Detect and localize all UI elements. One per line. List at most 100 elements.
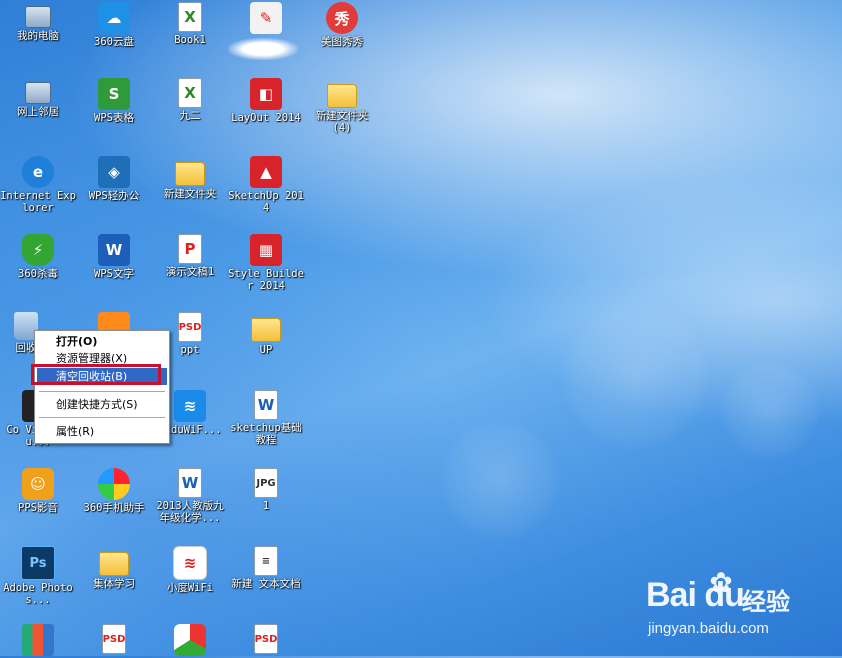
menu-item-create-shortcut[interactable]: 创建快捷方式(S) xyxy=(37,396,167,413)
desktop-icon-jpg-1[interactable]: JPG 1 xyxy=(228,468,304,512)
desktop-icon-my-computer[interactable]: 我的电脑 xyxy=(0,2,76,42)
phone-assistant-icon xyxy=(98,468,130,500)
icon-label: sketchup基础教程 xyxy=(230,422,302,446)
desktop-icon-psd-2[interactable]: PSD xyxy=(76,624,152,656)
meitu-icon: 秀 xyxy=(326,2,358,34)
icon-label: PPS影音 xyxy=(18,502,58,514)
layout-icon: ◧ xyxy=(250,78,282,110)
desktop-icon-phone-assistant[interactable]: 360手机助手 xyxy=(76,468,152,514)
winrar-icon xyxy=(22,624,54,656)
desktop-icon-winrar[interactable] xyxy=(0,624,76,658)
text-doc-icon: ≡ xyxy=(254,546,278,576)
desktop-icon-umbrella[interactable] xyxy=(152,624,228,658)
desktop-icon-pps[interactable]: ☺ PPS影音 xyxy=(0,468,76,514)
word-doc-icon: W xyxy=(254,390,278,420)
wallpaper-glow xyxy=(720,360,820,460)
network-icon xyxy=(25,82,51,104)
folder-icon xyxy=(327,84,357,108)
icon-label: 新建 文本文档 xyxy=(231,578,301,590)
wifi-icon: ≋ xyxy=(173,546,207,580)
desktop-icon-photoshop[interactable]: Ps Adobe Photos... xyxy=(0,546,76,606)
icon-label: 360杀毒 xyxy=(18,268,58,280)
excel-doc-icon: X xyxy=(178,78,202,108)
icon-label: WPS文字 xyxy=(94,268,134,280)
icon-label: 1 xyxy=(262,500,270,512)
context-menu: 打开(O) 资源管理器(X) 清空回收站(B) 创建快捷方式(S) 属性(R) xyxy=(34,330,170,444)
psd-file-icon: PSD xyxy=(102,624,126,654)
desktop-icon-xiaodu-wifi[interactable]: ≋ 小度WiFi xyxy=(152,546,228,594)
icon-label: 360云盘 xyxy=(94,36,134,48)
icon-label: 2013人教版九年级化学... xyxy=(156,500,224,524)
wps-light-icon: ◈ xyxy=(98,156,130,188)
ie-icon: e xyxy=(22,156,54,188)
desktop-icon-jiuer[interactable]: X 九二 xyxy=(152,78,228,122)
desktop-icon-sketchup-tutorial[interactable]: W sketchup基础教程 xyxy=(228,390,304,446)
icon-label: 演示文稿1 xyxy=(165,266,215,278)
icon-label: WPS轻办公 xyxy=(88,190,140,202)
baidu-wifi-icon: ≋ xyxy=(174,390,206,422)
menu-separator xyxy=(39,417,165,418)
desktop-icon-wps-light[interactable]: ◈ WPS轻办公 xyxy=(76,156,152,202)
icon-label: 新建文件夹 (4) xyxy=(315,110,369,134)
icon-label: 360手机助手 xyxy=(83,502,145,514)
baidu-jingyan-watermark: Bai du ✿ 经验 jingyan.baidu.com xyxy=(646,562,816,642)
desktop-icon-group-study[interactable]: 集体学习 xyxy=(76,546,152,590)
folder-icon xyxy=(251,318,281,342)
desktop-icon-new-folder-4[interactable]: 新建文件夹 (4) xyxy=(304,78,380,134)
icon-label: LayOut 2014 xyxy=(231,112,301,124)
blurred-label xyxy=(228,38,298,60)
desktop-icon-wps-sheet[interactable]: S WPS表格 xyxy=(76,78,152,124)
wps-sheet-icon: S xyxy=(98,78,130,110)
icon-label: 九二 xyxy=(179,110,201,122)
psd-file-icon: PSD xyxy=(254,624,278,654)
menu-item-open[interactable]: 打开(O) xyxy=(37,333,167,350)
icon-label: 我的电脑 xyxy=(17,30,59,42)
desktop-icon-presentation[interactable]: P 演示文稿1 xyxy=(152,234,228,278)
desktop-icon-layout-2014[interactable]: ◧ LayOut 2014 xyxy=(228,78,304,124)
desktop-icon-style-builder[interactable]: ▦ Style Builder 2014 xyxy=(228,234,304,292)
icon-label: WPS表格 xyxy=(94,112,134,124)
ppt-doc-icon: P xyxy=(178,234,202,264)
desktop-icon-meitu[interactable]: 秀 美图秀秀 xyxy=(304,2,380,48)
desktop-icon-new-text-doc[interactable]: ≡ 新建 文本文档 xyxy=(228,546,304,590)
desktop-icon-paint[interactable]: ✎ xyxy=(228,2,304,36)
icon-label: Style Builder 2014 xyxy=(228,268,304,292)
desktop-icon-book1[interactable]: X Book1 xyxy=(152,2,228,46)
desktop-icon-wps-writer[interactable]: W WPS文字 xyxy=(76,234,152,280)
antivirus-icon: ⚡ xyxy=(22,234,54,266)
desktop-icon-network[interactable]: 网上邻居 xyxy=(0,78,76,118)
computer-icon xyxy=(25,6,51,28)
annotation-highlight-box xyxy=(31,364,161,385)
icon-label: 集体学习 xyxy=(93,578,135,590)
umbrella-app-icon xyxy=(174,624,206,656)
psd-file-icon: PSD xyxy=(178,312,202,342)
word-doc-icon: W xyxy=(178,468,202,498)
desktop-icon-360-antivirus[interactable]: ⚡ 360杀毒 xyxy=(0,234,76,280)
desktop-icon-chemistry-doc[interactable]: W 2013人教版九年级化学... xyxy=(152,468,228,524)
desktop-icon-sketchup-2014[interactable]: ▲ SketchUp 2014 xyxy=(228,156,304,214)
menu-separator xyxy=(39,391,165,392)
icon-label: 小度WiFi xyxy=(166,582,214,594)
desktop-icon-psd-3[interactable]: PSD xyxy=(228,624,304,656)
photoshop-icon: Ps xyxy=(21,546,55,580)
paint-icon: ✎ xyxy=(250,2,282,34)
wps-writer-icon: W xyxy=(98,234,130,266)
wallpaper-glow xyxy=(440,420,560,540)
desktop-icon-ie[interactable]: e Internet Explorer xyxy=(0,156,76,214)
wallpaper-glow xyxy=(560,300,710,450)
icon-label: Book1 xyxy=(174,34,206,46)
icon-label: 新建文件夹 xyxy=(163,188,217,200)
sketchup-icon: ▲ xyxy=(250,156,282,188)
pps-icon: ☺ xyxy=(22,468,54,500)
folder-icon xyxy=(175,162,205,186)
desktop-icon-new-folder[interactable]: 新建文件夹 xyxy=(152,156,228,200)
icon-label: 网上邻居 xyxy=(17,106,59,118)
desktop-icon-360-cloud[interactable]: ☁ 360云盘 xyxy=(76,2,152,48)
jpg-file-icon: JPG xyxy=(254,468,278,498)
style-builder-icon: ▦ xyxy=(250,234,282,266)
icon-label: Adobe Photos... xyxy=(3,582,73,606)
menu-item-properties[interactable]: 属性(R) xyxy=(37,423,167,440)
desktop-icon-up-folder[interactable]: UP xyxy=(228,312,304,356)
cloud-drive-icon: ☁ xyxy=(98,2,130,34)
icon-label: Internet Explorer xyxy=(0,190,76,214)
